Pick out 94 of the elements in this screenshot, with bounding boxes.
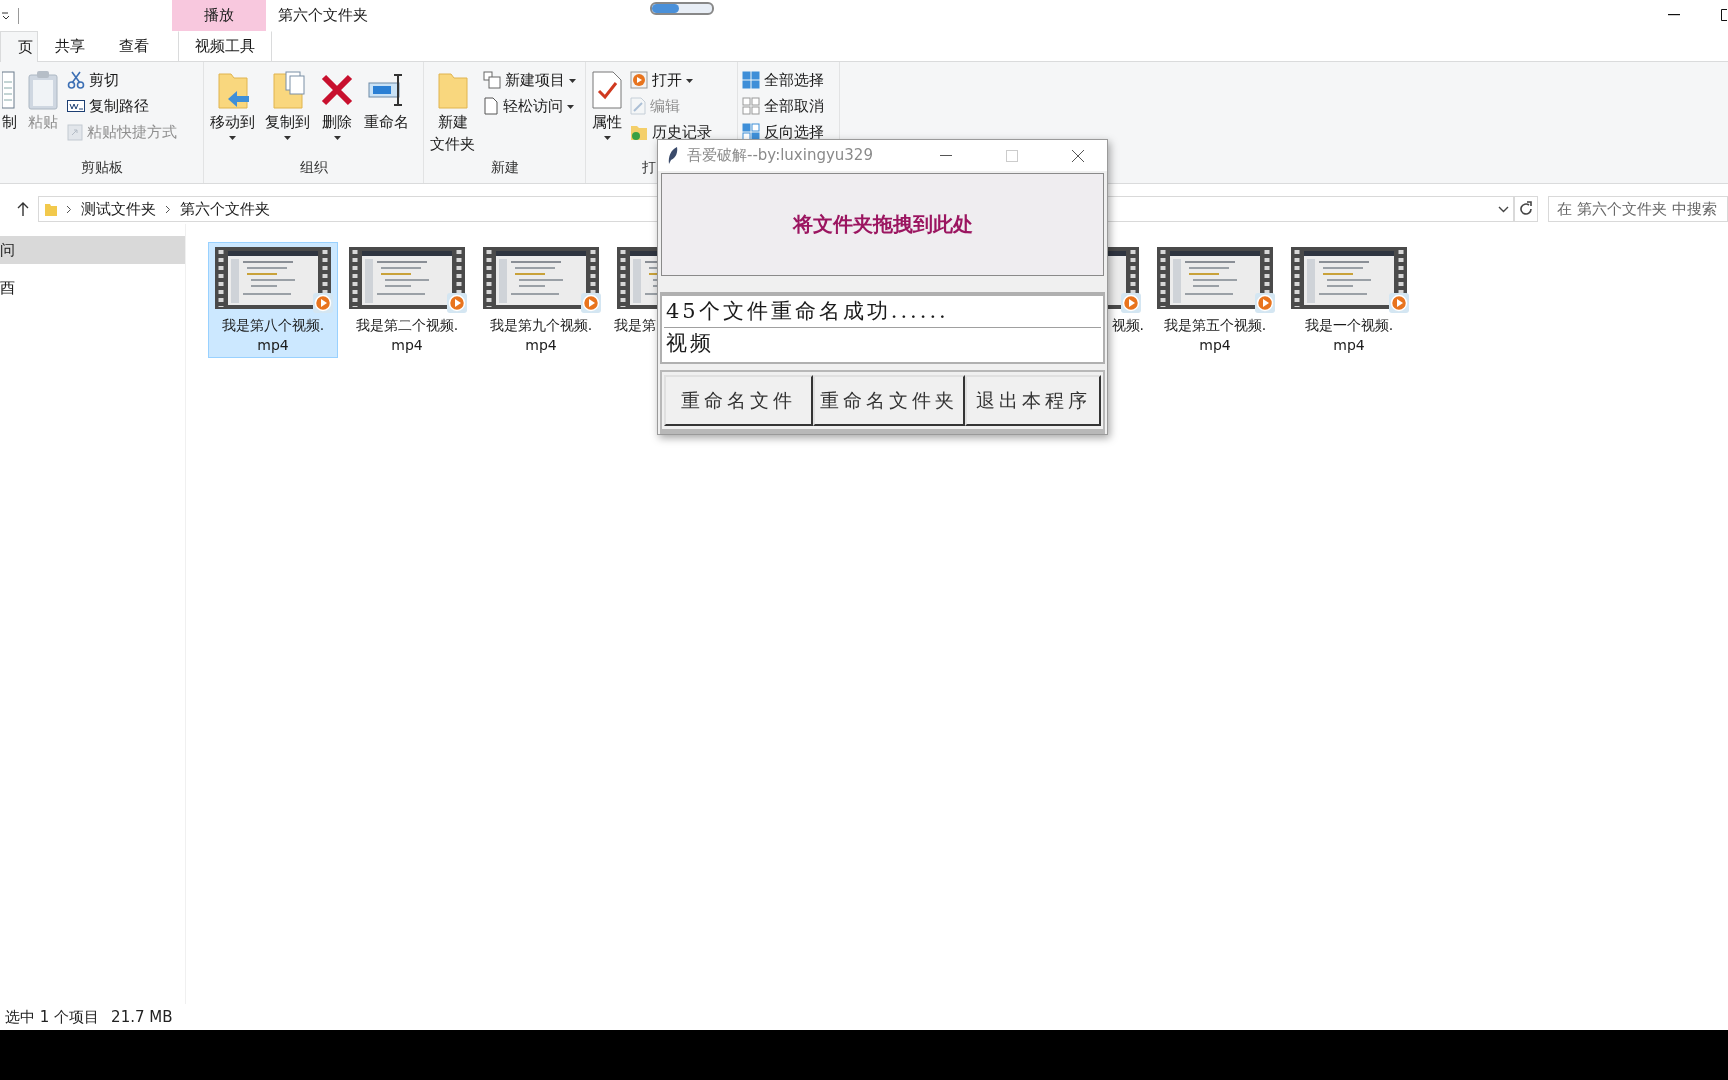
dialog-title: 吾爱破解--by:luxingyu329 <box>687 146 873 165</box>
ribbon-button[interactable]: 复制到 <box>263 66 312 142</box>
up-arrow-icon <box>16 202 29 216</box>
file-name: 我是一个视频. mp4 <box>1304 316 1394 355</box>
file-name: 视频. <box>1111 316 1145 335</box>
ribbon-button[interactable]: 轻松访问 <box>483 94 576 118</box>
tab[interactable]: 页 <box>0 31 38 62</box>
play-icon <box>1255 293 1275 313</box>
tab[interactable]: 视频工具 <box>178 31 272 61</box>
ribbon-button[interactable]: 重命名 <box>362 66 411 136</box>
ribbon-button[interactable]: 新建 文件夹 <box>428 66 477 158</box>
chevron-icon <box>164 204 171 214</box>
play-icon <box>630 71 648 89</box>
maximize-button[interactable] <box>1721 6 1727 24</box>
sidebar-item[interactable]: 问 <box>0 236 185 264</box>
grid-icon <box>742 97 760 115</box>
file-item[interactable]: 我是第二个视频. mp4 <box>342 242 472 358</box>
ribbon-button[interactable]: 制 <box>0 66 19 136</box>
play-icon <box>1121 293 1141 313</box>
group-label: 组织 <box>298 159 329 177</box>
file-name: 我是第 <box>613 316 656 335</box>
dialog-button[interactable]: 退出本程序 <box>965 375 1101 426</box>
path-icon <box>67 99 85 113</box>
play-icon <box>447 293 467 313</box>
file-item[interactable]: 我是一个视频. mp4 <box>1284 242 1414 358</box>
group-label: 剪贴板 <box>79 159 124 177</box>
file-item[interactable]: 我是第五个视频. mp4 <box>1150 242 1280 358</box>
file-name: 我是第五个视频. mp4 <box>1163 316 1267 355</box>
ribbon-button[interactable]: 打开 <box>630 68 712 92</box>
folder-clock-icon <box>630 123 648 141</box>
ribbon-button[interactable]: 剪切 <box>67 68 177 92</box>
file-name: 我是第八个视频. mp4 <box>221 316 325 355</box>
ribbon-button[interactable]: 复制路径 <box>67 94 177 118</box>
group-label: 新建 <box>489 159 520 177</box>
caret-icon <box>284 135 291 140</box>
status-text: 21.7 MB <box>111 1008 173 1026</box>
play-icon <box>581 293 601 313</box>
tab[interactable]: 共享 <box>38 31 102 61</box>
context-tab-header: 播放 <box>172 0 266 31</box>
caret-icon <box>567 105 574 109</box>
dialog-button[interactable]: 重命名文件夹 <box>813 375 965 426</box>
clipboard-icon <box>27 70 59 110</box>
ribbon-button[interactable]: 删除 <box>318 66 356 142</box>
caret-icon <box>603 135 611 140</box>
scissors-icon <box>67 71 85 89</box>
file-name: 我是第九个视频. mp4 <box>489 316 593 355</box>
grid-icon <box>742 71 760 89</box>
feather-icon <box>667 145 679 166</box>
pencil-icon <box>630 97 646 115</box>
caret-icon <box>686 79 693 83</box>
refresh-icon <box>1518 201 1535 217</box>
maximize-icon <box>1721 9 1727 21</box>
caret-icon <box>333 135 341 140</box>
group-label: 打 <box>641 159 657 177</box>
play-icon <box>1389 293 1409 313</box>
caret-icon <box>229 135 236 140</box>
caret-icon <box>569 79 576 83</box>
ribbon-button[interactable]: 全部选择 <box>742 68 824 92</box>
log-line[interactable]: 视频 <box>664 328 1101 359</box>
chevron-down-icon <box>1497 205 1509 213</box>
ribbon-button[interactable]: 反向选择 <box>742 120 824 144</box>
cross-icon <box>320 73 354 107</box>
ribbon-button[interactable]: 全部取消 <box>742 94 824 118</box>
sidebar-item[interactable]: 酉 <box>0 274 185 302</box>
chevron-icon <box>65 204 72 214</box>
ribbon-button[interactable]: 新建项目 <box>483 68 576 92</box>
ribbon-button[interactable]: 移动到 <box>208 66 257 142</box>
pill-indicator <box>650 2 714 15</box>
refresh-button[interactable] <box>1514 196 1538 222</box>
dialog-button[interactable]: 重命名文件 <box>664 375 813 426</box>
file-name: 我是第二个视频. mp4 <box>355 316 459 355</box>
breadcrumb[interactable]: 第六个文件夹 <box>179 199 270 219</box>
minimize-icon <box>1668 14 1680 16</box>
quick-access-icon <box>2 10 10 21</box>
drop-zone-label: 将文件夹拖拽到此处 <box>792 211 973 238</box>
drop-zone[interactable]: 将文件夹拖拽到此处 <box>661 173 1104 276</box>
tab[interactable]: 查看 <box>102 31 166 61</box>
maximize-icon <box>1006 149 1018 162</box>
breadcrumb[interactable]: 测试文件夹 <box>80 199 156 219</box>
page-icon <box>483 97 499 115</box>
log-line[interactable]: 45个文件重命名成功...... <box>664 296 1101 328</box>
folder-icon <box>44 202 57 216</box>
close-icon <box>1071 148 1085 163</box>
clipboard-icon <box>67 123 83 141</box>
play-icon <box>313 293 333 313</box>
ribbon-button[interactable]: 属性 <box>590 66 624 142</box>
checklist-icon <box>592 71 622 109</box>
minimize-icon <box>940 154 952 157</box>
new-item-icon <box>483 71 501 89</box>
search-field[interactable]: 在 第六个文件夹 中搜索 <box>1548 196 1728 222</box>
file-item[interactable]: 我是第九个视频. mp4 <box>476 242 606 358</box>
file-item[interactable]: 我是第八个视频. mp4 <box>208 242 338 358</box>
status-text: 选中 1 个项目 <box>5 1007 100 1027</box>
window-title: 第六个文件夹 <box>278 6 368 25</box>
